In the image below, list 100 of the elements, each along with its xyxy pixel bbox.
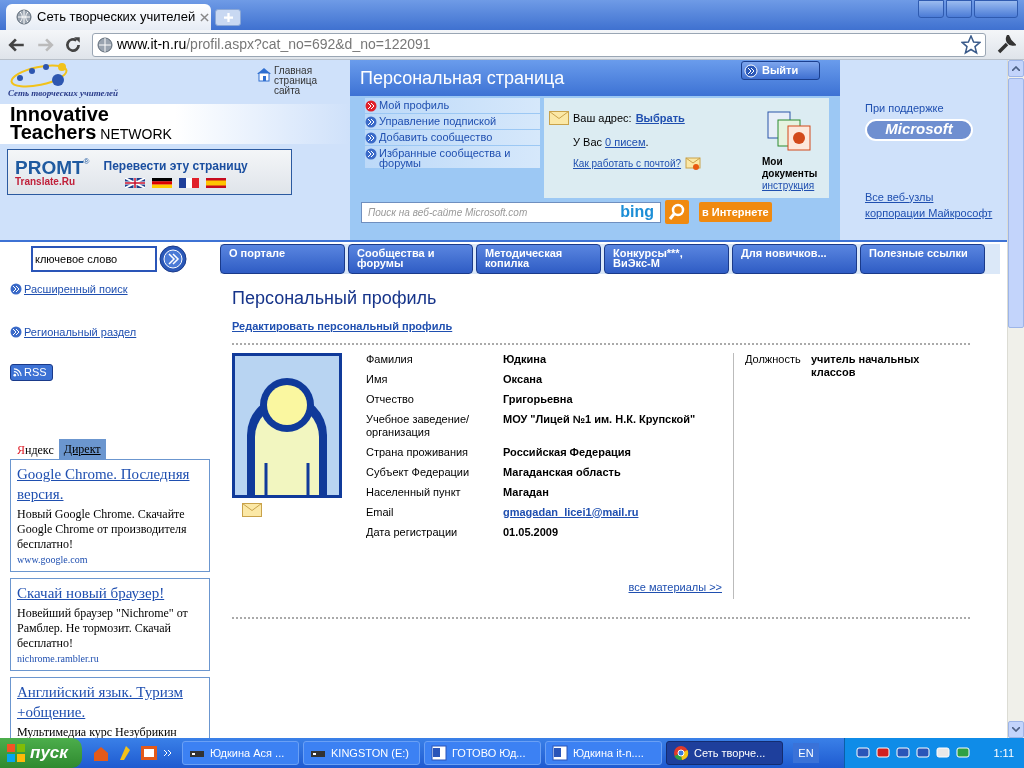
start-button[interactable]: пуск bbox=[0, 738, 82, 768]
wrench-icon[interactable] bbox=[996, 34, 1016, 55]
brand-title: Teachers bbox=[10, 123, 97, 141]
double-chevron-icon bbox=[10, 283, 22, 296]
nav-tab[interactable]: Методическая копилка bbox=[476, 243, 601, 274]
ad-text: Новый Google Chrome. Скачайте Google Chrome от производителя бесплатно! bbox=[17, 507, 188, 552]
translate-banner[interactable]: PROMT® Translate.Ru Перевести эту страницу bbox=[7, 149, 292, 195]
keyword-search-field[interactable]: ключевое слово bbox=[31, 245, 157, 272]
direct-tab[interactable]: Директ bbox=[58, 439, 106, 459]
scrollbar-thumb[interactable] bbox=[1008, 78, 1024, 328]
close-window-button[interactable] bbox=[974, 0, 1018, 18]
choose-address-link[interactable]: Выбрать bbox=[635, 110, 685, 127]
nav-tab[interactable]: Сообщества и форумы bbox=[348, 243, 473, 274]
minimize-button[interactable] bbox=[918, 0, 944, 18]
new-tab-button[interactable] bbox=[215, 9, 241, 26]
profile-menu-item[interactable]: Мой профиль bbox=[365, 98, 540, 113]
page-title: Персональная страница bbox=[360, 66, 565, 90]
field-label: Должность bbox=[745, 352, 802, 367]
uk-flag-icon bbox=[125, 177, 146, 188]
promt-subtitle: Translate.Ru bbox=[15, 176, 77, 187]
field-label: Субъект Федерации bbox=[366, 465, 471, 479]
microsoft-logo: Microsoft bbox=[865, 118, 973, 141]
field-value: учитель начальных классов bbox=[811, 352, 921, 380]
all-materials-link[interactable]: все материалы >> bbox=[628, 578, 722, 595]
microsoft-search-field[interactable]: Поиск на веб-сайте Microsoft.com bbox=[368, 204, 621, 220]
field-value: МОУ "Лицей №1 им. Н.К. Крупской" bbox=[503, 412, 697, 427]
chevron-up-icon bbox=[1012, 66, 1020, 71]
document-icon bbox=[552, 745, 568, 761]
rss-button[interactable]: RSS bbox=[10, 364, 53, 381]
brand-subtitle: NETWORK bbox=[100, 125, 172, 143]
sidebar-link[interactable]: Расширенный поиск bbox=[10, 281, 215, 298]
presentation-icon[interactable] bbox=[140, 744, 158, 762]
field-label: Отчество bbox=[366, 392, 415, 406]
double-chevron-icon bbox=[744, 63, 758, 78]
sponsor-label: При поддержке bbox=[865, 101, 945, 116]
nav-tab[interactable]: Полезные ссылки bbox=[860, 243, 985, 274]
site-logo bbox=[8, 62, 70, 88]
field-label: Учебное заведение/ организация bbox=[366, 412, 471, 439]
profile-menu-item[interactable]: Управление подпиской bbox=[365, 114, 540, 129]
search-go-button[interactable] bbox=[159, 244, 187, 273]
address-bar[interactable]: www.it-n.ru/profil.aspx?cat_no=692&d_no=122091 bbox=[92, 32, 986, 57]
ad-title-link[interactable]: Английский язык. Туризм +общение. bbox=[17, 682, 203, 722]
clock: 1:11 bbox=[993, 745, 1014, 761]
envelope-icon bbox=[549, 111, 569, 126]
taskbar-button[interactable]: Юдкина Ася ... bbox=[182, 741, 299, 765]
double-chevron-icon bbox=[365, 132, 377, 144]
chevron-down-icon bbox=[1012, 727, 1020, 732]
email-link[interactable]: gmagadan_licei1@mail.ru bbox=[503, 505, 733, 519]
double-chevron-icon[interactable] bbox=[164, 750, 172, 756]
nav-tab[interactable]: Конкурсы***, ВиЭкс-М bbox=[604, 243, 729, 274]
search-icon[interactable] bbox=[665, 200, 689, 224]
registered-mark: ® bbox=[83, 157, 90, 166]
profile-menu-item[interactable]: Избранные сообщества и форумы bbox=[365, 146, 540, 168]
spain-flag-icon bbox=[206, 177, 227, 188]
ad-url: www.google.com bbox=[17, 553, 89, 567]
address-label: Ваш адрес: bbox=[573, 111, 632, 126]
nav-tab[interactable]: О портале bbox=[220, 243, 345, 274]
mail-help-link[interactable]: Как работать с почтой? bbox=[573, 155, 682, 171]
field-value: Григорьевна bbox=[503, 392, 574, 406]
close-icon[interactable] bbox=[200, 12, 210, 22]
house-icon[interactable] bbox=[256, 66, 272, 82]
scroll-up-button[interactable] bbox=[1008, 60, 1024, 77]
logout-button[interactable]: Выйти bbox=[741, 61, 820, 80]
logo-caption: Сеть творческих учителей bbox=[8, 88, 118, 98]
ad-title-link[interactable]: Скачай новый браузер! bbox=[17, 583, 203, 603]
mail-count-link[interactable]: 0 писем bbox=[605, 135, 646, 148]
field-label: Дата регистрации bbox=[366, 525, 459, 539]
envelope-icon[interactable] bbox=[242, 502, 262, 517]
browser-tab[interactable]: Сеть творческих учителей bbox=[6, 4, 211, 30]
taskbar-button[interactable]: Сеть творче... bbox=[666, 741, 783, 765]
field-label: Страна проживания bbox=[366, 445, 470, 459]
field-value: Оксана bbox=[503, 372, 544, 386]
scroll-down-button[interactable] bbox=[1008, 721, 1024, 738]
restore-button[interactable] bbox=[946, 0, 972, 18]
bing-logo: bing bbox=[620, 204, 654, 220]
double-chevron-icon bbox=[365, 100, 377, 112]
taskbar-button[interactable]: Юдкина it-n.... bbox=[545, 741, 662, 765]
double-chevron-icon bbox=[365, 148, 377, 160]
nav-tab[interactable]: Для новичков... bbox=[732, 243, 857, 274]
edit-profile-link[interactable]: Редактировать персональный профиль bbox=[232, 318, 453, 335]
browser-icon bbox=[673, 745, 689, 761]
sidebar-link[interactable]: Региональный раздел bbox=[10, 323, 215, 340]
taskbar-button[interactable]: ГОТОВО Юд... bbox=[424, 741, 541, 765]
documents-title: Мои документы bbox=[762, 156, 819, 180]
ad-text: Новейший браузер "Nichrome" от Рамблер. Не тормозит. Скачай бесплатно! bbox=[17, 606, 189, 651]
field-label: Населенный пункт bbox=[366, 485, 462, 499]
envelope-help-icon bbox=[685, 155, 702, 171]
profile-title: Персональный профиль bbox=[232, 287, 438, 310]
profile-menu-item[interactable]: Добавить сообщество bbox=[365, 130, 540, 145]
star-icon[interactable] bbox=[961, 34, 981, 55]
ad-title-link[interactable]: Google Chrome. Последняя версия. bbox=[17, 464, 203, 504]
home-link[interactable]: Главная страница сайта bbox=[256, 66, 344, 96]
microsoft-sites-link[interactable]: Все веб-узлы корпорации Майкрософт bbox=[865, 188, 993, 222]
documents-instruction-link[interactable]: инструкция bbox=[762, 180, 815, 192]
yandex-label: Яндекс bbox=[17, 442, 55, 459]
microsoft-search-box[interactable]: Поиск на веб-сайте Microsoft.com bing bbox=[361, 201, 661, 223]
document-icon bbox=[431, 745, 447, 761]
taskbar-button[interactable]: KINGSTON (E:) bbox=[303, 741, 420, 765]
language-indicator[interactable]: EN bbox=[793, 743, 819, 763]
reload-icon[interactable] bbox=[64, 35, 82, 54]
